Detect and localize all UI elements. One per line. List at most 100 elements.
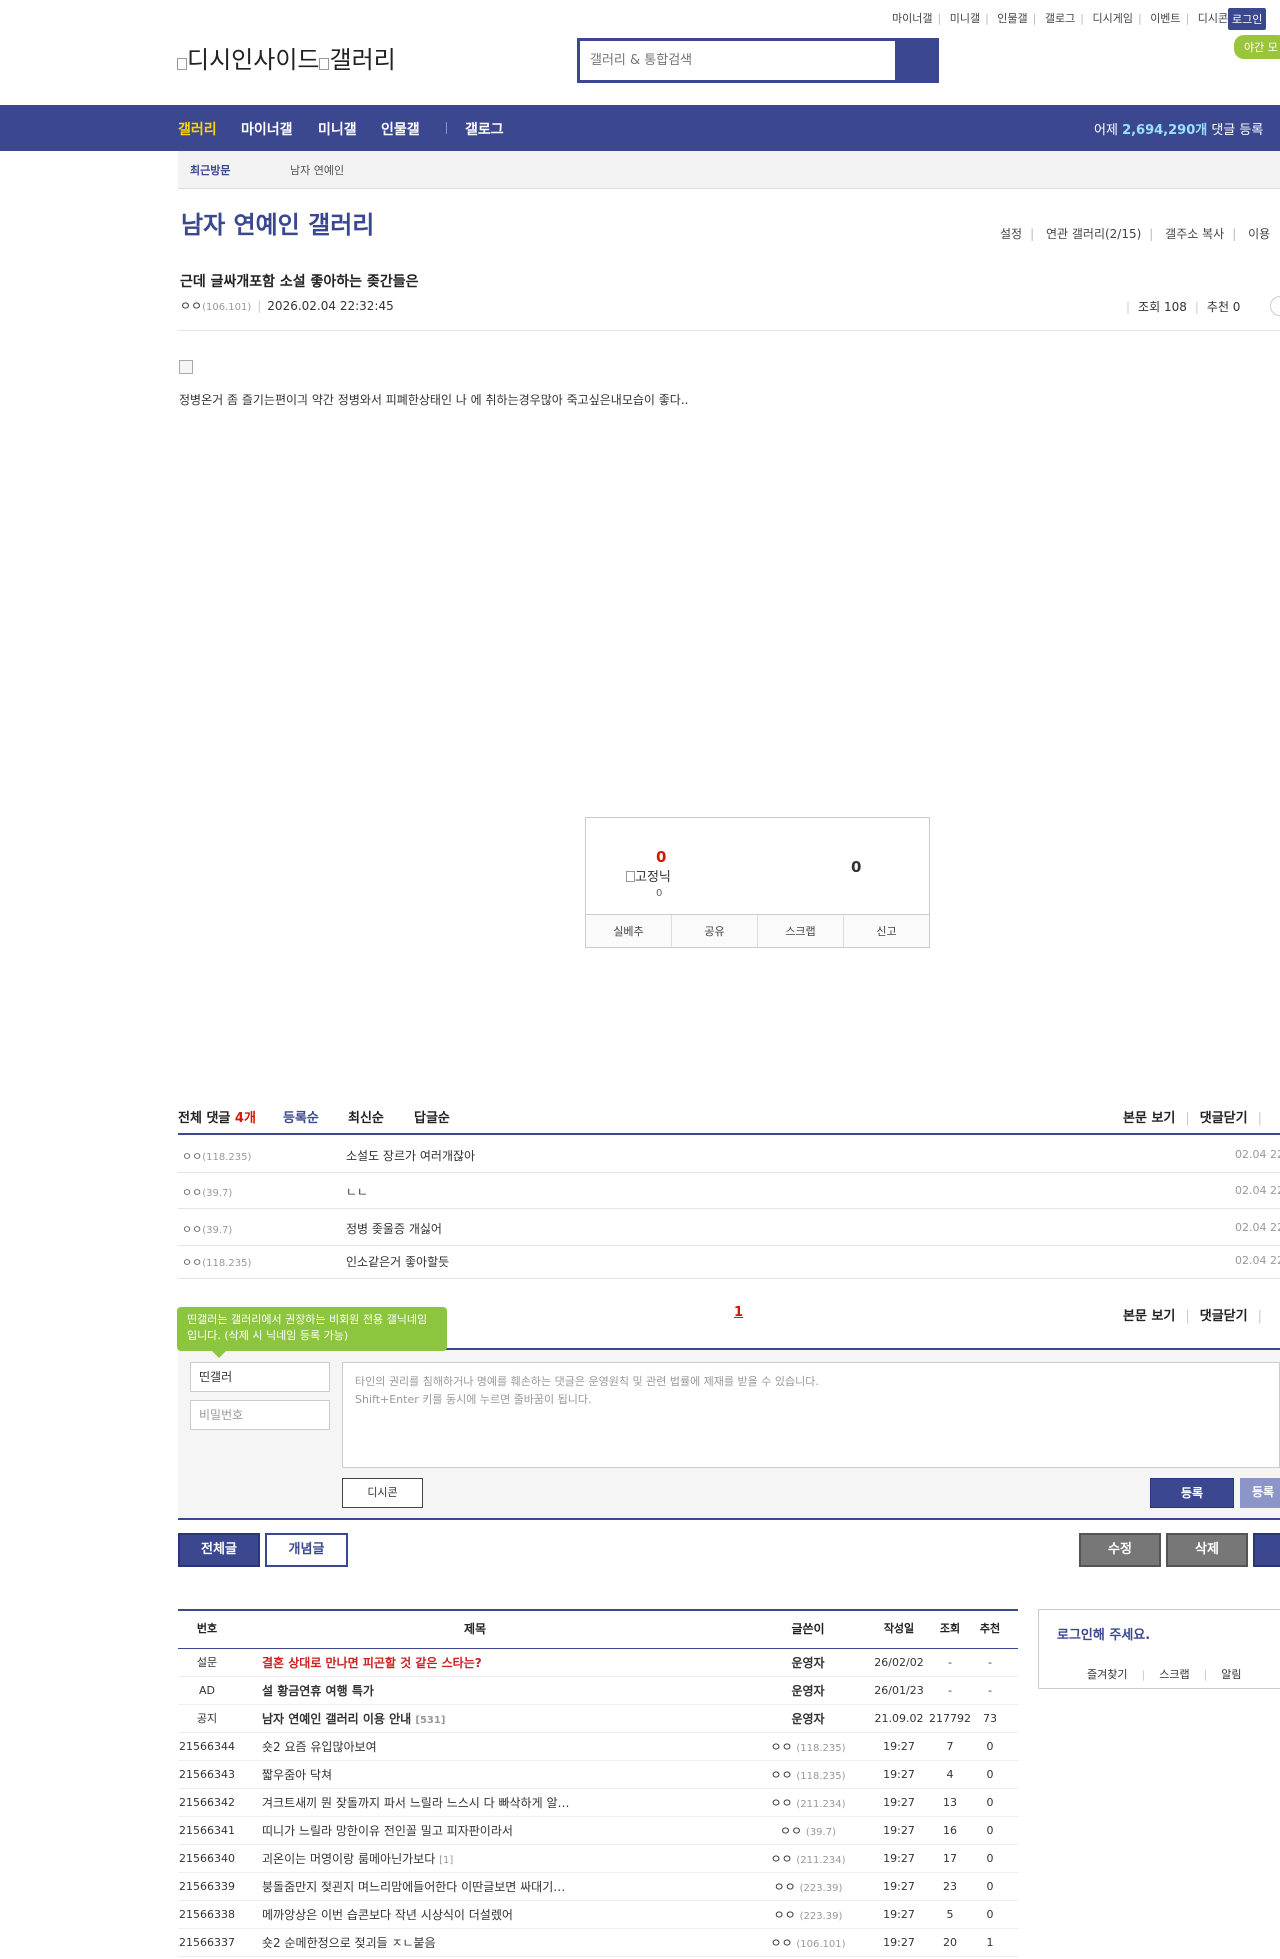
notification-link[interactable]: 알림 (1221, 1668, 1241, 1681)
comment-nick[interactable]: ㅇㅇ(39.7) (182, 1184, 232, 1200)
post-number: 공지 (196, 1712, 218, 1725)
reply-count: [1] (439, 1855, 454, 1866)
nav-minor[interactable]: 마이너갤 (241, 119, 293, 139)
table-row[interactable]: 설문 결혼 상대로 만나면 피곤할 것 같은 스타는? 운영자 26/02/02-… (178, 1649, 1018, 1677)
top-menu-dccon[interactable]: 디시콘 (1198, 12, 1228, 25)
broken-image-icon (626, 871, 635, 882)
table-row[interactable]: 21566341 띠니가 느릴라 망한이유 전인꼴 밀고 피자판이라서 ㅇㅇ (3… (178, 1817, 1018, 1845)
table-row[interactable]: 공지 남자 연예인 갤러리 이용 안내 [531] 운영자 21.09.02 2177… (178, 1705, 1018, 1733)
nickname-field[interactable]: 띤갤러 (190, 1362, 330, 1392)
post-recommend: 0 (986, 1852, 994, 1865)
delete-button[interactable]: 삭제 (1166, 1533, 1248, 1567)
comment-page-1[interactable]: 1 (734, 1305, 743, 1320)
share-button[interactable]: 공유 (672, 915, 758, 947)
comment-textarea[interactable]: 타인의 권리를 침해하거나 명예를 훼손하는 댓글은 운영원칙 및 관련 법률에… (342, 1362, 1280, 1468)
nav-person[interactable]: 인물갤 (381, 119, 420, 139)
gallery-settings-link[interactable]: 설정 (1000, 227, 1022, 241)
top-menu: 마이너갤 | 미니갤 | 인물갤 | 갤로그 | 디시게임 | 이벤트 | 디시콘 (892, 12, 1229, 25)
post-subject[interactable]: 결혼 상대로 만나면 피곤할 것 같은 스타는? (262, 1649, 482, 1679)
search-button[interactable] (895, 41, 936, 80)
recommend-down-count[interactable]: 0 (851, 858, 861, 876)
table-row[interactable]: 21566343 짧우줌아 닥쳐 ㅇㅇ (118.235) 19:27 4 0 (178, 1761, 1018, 1789)
post-subject[interactable]: 메까앙상은 이번 습콘보다 작년 시상식이 더설렜어 (262, 1901, 513, 1931)
view-body-link[interactable]: 본문 보기 (1123, 1111, 1175, 1126)
post-subject[interactable]: 설 황금연휴 여행 특가 (262, 1677, 374, 1707)
login-prompt[interactable]: 로그인해 주세요. (1057, 1624, 1150, 1643)
fixed-nick-count: 0 (656, 888, 663, 899)
copy-gallery-url-link[interactable]: 갤주소 복사 (1165, 227, 1224, 241)
fixed-nick-recommend: 고정닉 (626, 866, 671, 885)
comment-nick[interactable]: ㅇㅇ(118.235) (182, 1148, 251, 1164)
comment-submit-with-recommend-button[interactable]: 등록 (1240, 1478, 1280, 1508)
gallery-title[interactable]: 남자 연예인 갤러리 (181, 205, 374, 240)
post-subject[interactable]: 숏2 요즘 유입많아보여 (262, 1733, 377, 1763)
post-subject[interactable]: 숏2 순메한정으로 젖괴들 ㅈㄴ붙음 (262, 1929, 436, 1959)
table-row[interactable]: 21566340 괴온이는 머영이랑 룸메아닌가보다 [1] ㅇㅇ (211.234… (178, 1845, 1018, 1873)
night-mode-button[interactable]: 야간 모 (1234, 35, 1280, 59)
nav-gallery[interactable]: 갤러리 (178, 119, 217, 139)
post-author[interactable]: ㅇㅇ (180, 299, 202, 313)
search-input[interactable] (580, 41, 895, 80)
post-subject[interactable]: 겨크트새끼 뭔 잦돌까지 파서 느릴라 느스시 다 빠삭하게 알… (262, 1789, 569, 1819)
table-row[interactable]: 21566339 붕돌줌만지 젖괸지 며느리맘에들어한다 이딴글보면 싸대기… ㅇ… (178, 1873, 1018, 1901)
close-comments-link[interactable]: 댓글닫기 (1200, 1309, 1248, 1324)
related-gallery-link[interactable]: 연관 갤러리(2/15) (1046, 227, 1141, 241)
close-comments-link[interactable]: 댓글닫기 (1200, 1111, 1248, 1126)
site-logo[interactable]: 디시인사이드 갤러리 (177, 40, 396, 75)
broken-image-icon (319, 58, 330, 70)
nav-divider (446, 122, 447, 134)
gallery-usage-link[interactable]: 이용 (1248, 227, 1270, 241)
top-menu-event[interactable]: 이벤트 (1150, 12, 1180, 25)
recent-visit-gallery[interactable]: 남자 연예인 (290, 162, 344, 178)
post-subject[interactable]: 띠니가 느릴라 망한이유 전인꼴 밀고 피자판이라서 (262, 1817, 513, 1847)
comment-top-line (178, 1133, 1280, 1135)
top-menu-minor[interactable]: 마이너갤 (892, 12, 932, 25)
recommend-up-count[interactable]: 0 (656, 848, 666, 866)
view-body-link[interactable]: 본문 보기 (1123, 1309, 1175, 1324)
table-row[interactable]: 21566337 숏2 순메한정으로 젖괴들 ㅈㄴ붙음 ㅇㅇ (106.101) 1… (178, 1929, 1018, 1957)
post-recommend: 0 (986, 1768, 994, 1781)
password-field[interactable]: 비밀번호 (190, 1400, 330, 1430)
nav-mini[interactable]: 미니갤 (318, 119, 357, 139)
scrap-button[interactable]: 스크랩 (758, 915, 844, 947)
sort-reply[interactable]: 답글순 (414, 1107, 450, 1126)
table-row[interactable]: 21566342 겨크트새끼 뭔 잦돌까지 파서 느릴라 느스시 다 빠삭하게 알… (178, 1789, 1018, 1817)
table-row[interactable]: AD 설 황금연휴 여행 특가 운영자 26/01/23- - (178, 1677, 1018, 1705)
comment-top-links: 본문 보기 | 댓글닫기 | (1123, 1111, 1262, 1126)
comment-submit-button[interactable]: 등록 (1150, 1478, 1234, 1508)
login-button[interactable]: 로그인 (1228, 8, 1267, 30)
comment-nick[interactable]: ㅇㅇ(118.235) (182, 1254, 251, 1270)
comment-nick[interactable]: ㅇㅇ(39.7) (182, 1221, 232, 1237)
post-recommend: 0 (986, 1908, 994, 1921)
table-row[interactable]: 21566344 숏2 요즘 유입많아보여 ㅇㅇ (118.235) 19:27 7 0 (178, 1733, 1018, 1761)
login-box: 로그인해 주세요. 즐겨찾기 | 스크랩 | 알림 (1038, 1609, 1280, 1689)
top-menu-person[interactable]: 인물갤 (997, 12, 1027, 25)
edit-button[interactable]: 수정 (1079, 1533, 1161, 1567)
sort-registered[interactable]: 등록순 (283, 1107, 319, 1126)
post-subject[interactable]: 남자 연예인 갤러리 이용 안내 [531] (262, 1705, 445, 1735)
best-recommend-button[interactable]: 실베추 (586, 915, 672, 947)
comment-text: 인소같은거 좋아할듯 (346, 1255, 450, 1269)
sort-latest[interactable]: 최신순 (348, 1107, 384, 1126)
favorites-link[interactable]: 즐겨찾기 (1087, 1668, 1127, 1681)
post-subject[interactable]: 붕돌줌만지 젖괸지 며느리맘에들어한다 이딴글보면 싸대기… (262, 1873, 565, 1903)
post-info: ㅇㅇ(106.101) | 2026.02.04 22:32:45 (180, 299, 394, 313)
top-menu-game[interactable]: 디시게임 (1092, 12, 1132, 25)
report-button[interactable]: 신고 (844, 915, 929, 947)
post-subject[interactable]: 짧우줌아 닥쳐 (262, 1761, 332, 1791)
all-posts-button[interactable]: 전체글 (178, 1533, 260, 1567)
post-number: 21566339 (179, 1880, 235, 1893)
table-row[interactable]: 21566338 메까앙상은 이번 습콘보다 작년 시상식이 더설렜어 ㅇㅇ (2… (178, 1901, 1018, 1929)
nav-gallog[interactable]: 갤로그 (465, 119, 504, 139)
concept-posts-button[interactable]: 개념글 (265, 1533, 348, 1567)
post-subject[interactable]: 괴온이는 머영이랑 룸메아닌가보다 [1] (262, 1845, 453, 1875)
comment-row: ㅇㅇ(39.7) ㄴㄴ 02.04 22 (178, 1173, 1280, 1209)
post-stats: | 조회 108 | 추천 0 (1126, 300, 1241, 314)
dccon-button[interactable]: 디시콘 (342, 1478, 423, 1508)
post-more-icon[interactable] (1270, 296, 1280, 316)
write-button[interactable] (1253, 1533, 1280, 1567)
scrap-link[interactable]: 스크랩 (1159, 1668, 1189, 1681)
broken-image-icon (177, 58, 187, 70)
top-menu-mini[interactable]: 미니갤 (950, 12, 980, 25)
top-menu-gallog[interactable]: 갤로그 (1045, 12, 1075, 25)
